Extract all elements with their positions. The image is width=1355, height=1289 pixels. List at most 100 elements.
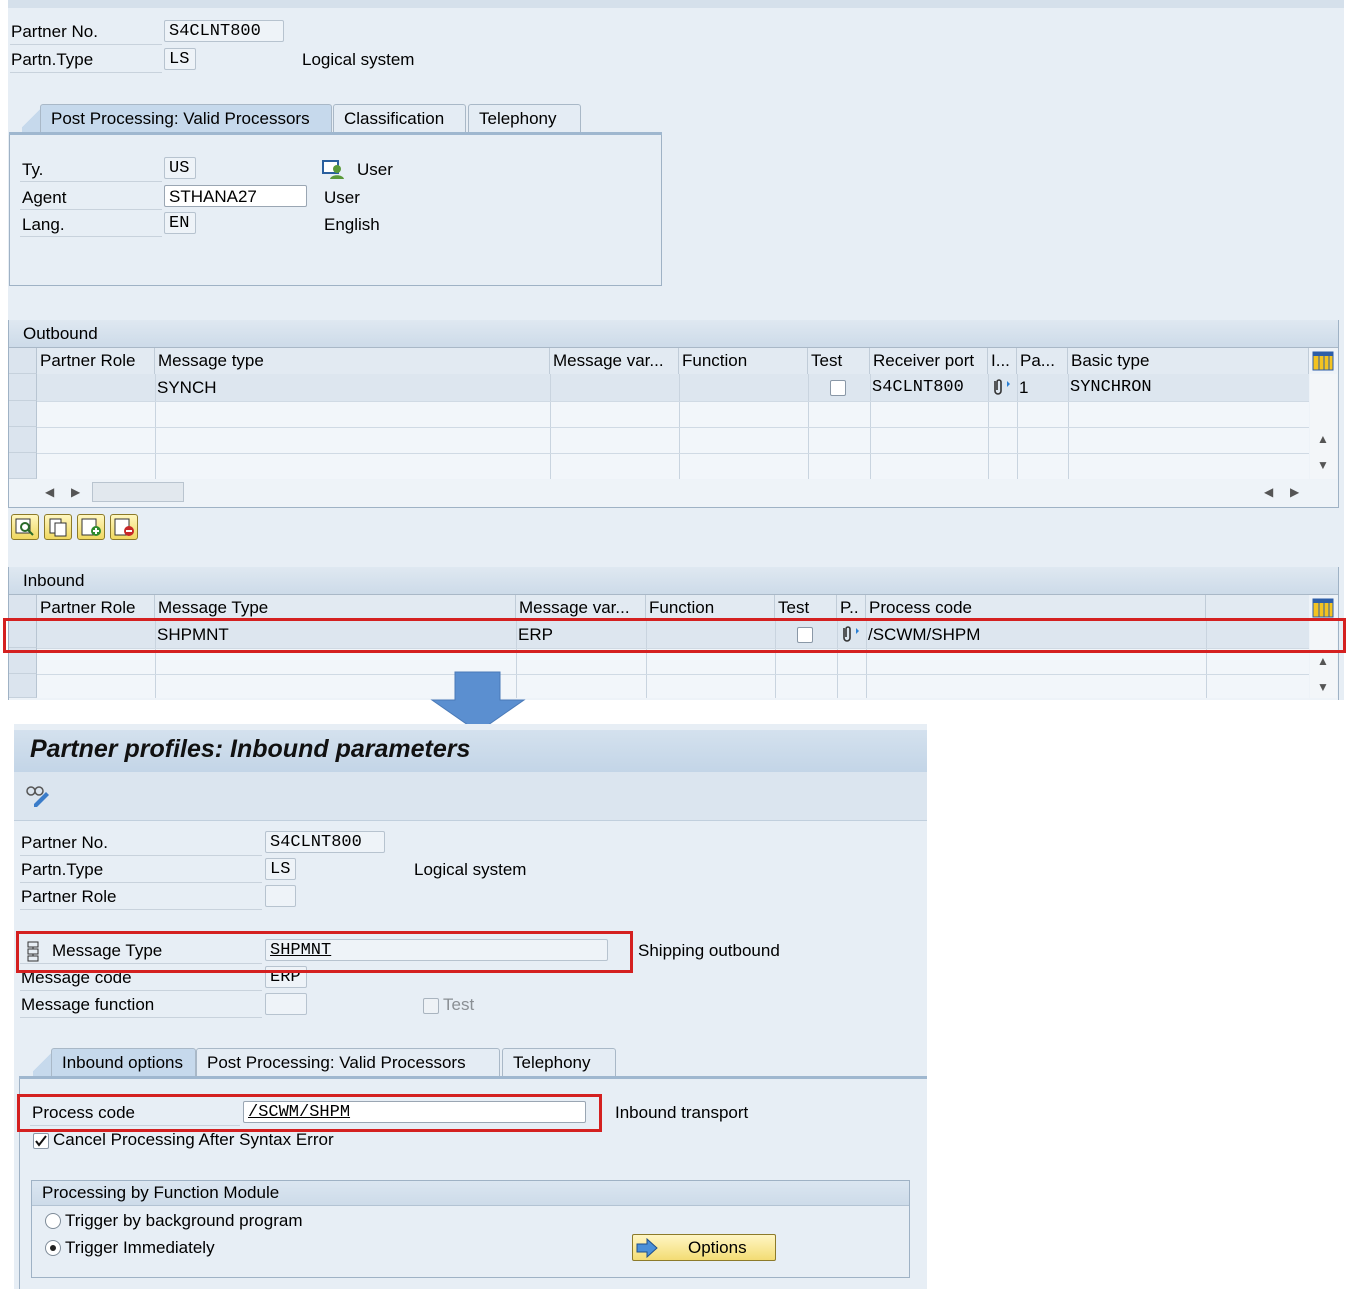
tab-bar-line xyxy=(9,132,662,135)
partner-role-field[interactable] xyxy=(265,885,296,907)
radio-dot xyxy=(50,1245,56,1251)
divider xyxy=(10,72,162,73)
trigger-background-radio[interactable] xyxy=(45,1213,61,1229)
outbound-pa[interactable]: 1 xyxy=(1019,375,1028,401)
table-settings-icon[interactable] xyxy=(1312,351,1334,371)
tab-post-processing[interactable]: Post Processing: Valid Processors xyxy=(196,1048,500,1076)
col-message-type[interactable]: Message type xyxy=(155,348,550,374)
tab-telephony[interactable]: Telephony xyxy=(468,104,581,132)
scroll-left-icon[interactable]: ◀ xyxy=(1264,485,1273,499)
lang-label: Lang. xyxy=(22,215,65,234)
ty-label: Ty. xyxy=(22,160,44,179)
test-checkbox[interactable] xyxy=(423,998,439,1014)
partn-type-label: Partn.Type xyxy=(21,860,104,879)
tab-inbound-options[interactable]: Inbound options xyxy=(51,1048,196,1076)
outbound-title: Outbound xyxy=(9,320,1338,348)
page-title: Partner profiles: Inbound parameters xyxy=(30,735,471,763)
outbound-basic-type[interactable]: SYNCHRON xyxy=(1070,375,1152,401)
top-edge xyxy=(8,0,1344,8)
outbound-message-type[interactable]: SYNCH xyxy=(157,375,217,401)
highlight-message-type xyxy=(16,931,633,973)
delete-row-button[interactable] xyxy=(110,514,138,540)
paperclip-icon[interactable] xyxy=(991,378,1013,396)
partn-type-field[interactable]: LS xyxy=(164,48,196,70)
row-selector[interactable] xyxy=(9,401,37,427)
col-basic-type[interactable]: Basic type xyxy=(1068,348,1309,374)
col-message-var[interactable]: Message var... xyxy=(550,348,679,374)
tab-classification[interactable]: Classification xyxy=(333,104,466,132)
grid-row xyxy=(37,674,1309,675)
divider xyxy=(20,909,262,910)
table-settings-icon[interactable] xyxy=(1312,598,1334,618)
col-function[interactable]: Function xyxy=(679,348,808,374)
partner-role-label: Partner Role xyxy=(21,887,117,906)
agent-desc: User xyxy=(324,188,360,207)
options-button-label: Options xyxy=(688,1238,747,1257)
partner-no-field[interactable]: S4CLNT800 xyxy=(265,831,385,853)
partner-no-field[interactable]: S4CLNT800 xyxy=(164,20,284,42)
scroll-down-icon[interactable]: ▼ xyxy=(1317,458,1329,472)
details-button[interactable] xyxy=(11,514,39,540)
scroll-up-icon[interactable]: ▲ xyxy=(1317,432,1329,446)
row-selector[interactable] xyxy=(9,427,37,453)
checkmark-icon xyxy=(35,1135,47,1147)
tab-corner xyxy=(22,104,40,132)
header-select-cell[interactable] xyxy=(9,348,37,374)
lang-desc: English xyxy=(324,215,380,234)
trigger-immediately-radio[interactable] xyxy=(45,1240,61,1256)
toolbar xyxy=(14,772,927,821)
test-label: Test xyxy=(443,995,475,1014)
cancel-processing-checkbox[interactable] xyxy=(33,1133,49,1149)
outbound-test-checkbox[interactable] xyxy=(830,380,846,396)
row-selector[interactable] xyxy=(9,374,37,401)
row-selector[interactable] xyxy=(9,453,37,479)
arrow-right-icon xyxy=(635,1237,659,1259)
scroll-up-icon[interactable]: ▲ xyxy=(1317,654,1329,668)
divider xyxy=(20,209,162,210)
divider xyxy=(10,44,162,45)
col-partner-role[interactable]: Partner Role xyxy=(37,348,155,374)
horizontal-scrollbar[interactable] xyxy=(9,479,1338,506)
tab-telephony[interactable]: Telephony xyxy=(502,1048,616,1076)
options-button[interactable]: Options xyxy=(632,1234,776,1261)
trigger-immediately-label: Trigger Immediately xyxy=(65,1238,215,1257)
grid-row xyxy=(37,453,1309,454)
divider xyxy=(20,882,262,883)
process-code-desc: Inbound transport xyxy=(615,1103,749,1122)
message-function-field[interactable] xyxy=(265,993,307,1015)
display-change-icon[interactable] xyxy=(24,782,52,810)
ty-field[interactable]: US xyxy=(164,157,196,179)
highlight-process-code xyxy=(17,1094,602,1132)
grid-row xyxy=(37,401,1309,402)
divider xyxy=(20,236,162,237)
col-pa[interactable]: Pa... xyxy=(1017,348,1068,374)
divider xyxy=(20,855,262,856)
scroll-thumb[interactable] xyxy=(92,482,184,502)
partner-no-label: Partner No. xyxy=(21,833,108,852)
outbound-receiver-port[interactable]: S4CLNT800 xyxy=(872,375,964,401)
agent-field[interactable]: STHANA27 xyxy=(164,185,307,207)
trigger-background-label: Trigger by background program xyxy=(65,1211,303,1230)
user-icon xyxy=(322,158,346,180)
scroll-left-icon[interactable]: ◀ xyxy=(45,485,54,499)
row-selector[interactable] xyxy=(9,674,37,698)
highlight-inbound-row xyxy=(3,618,1346,653)
scroll-right-icon[interactable]: ▶ xyxy=(1290,485,1299,499)
create-row-button[interactable] xyxy=(77,514,105,540)
lang-field[interactable]: EN xyxy=(164,212,196,234)
partn-type-field[interactable]: LS xyxy=(265,858,296,880)
grid-row xyxy=(37,427,1309,428)
scroll-down-icon[interactable]: ▼ xyxy=(1317,680,1329,694)
partn-type-desc: Logical system xyxy=(414,860,527,879)
col-i[interactable]: I... xyxy=(988,348,1017,374)
copy-button[interactable] xyxy=(44,514,72,540)
partn-type-desc: Logical system xyxy=(302,50,415,69)
message-type-desc: Shipping outbound xyxy=(638,941,780,960)
fm-group-title: Processing by Function Module xyxy=(42,1183,280,1202)
tab-post-processing[interactable]: Post Processing: Valid Processors xyxy=(40,104,332,132)
scroll-right-icon[interactable]: ▶ xyxy=(71,485,80,499)
col-test[interactable]: Test xyxy=(808,348,870,374)
col-receiver-port[interactable]: Receiver port xyxy=(870,348,988,374)
partn-type-label: Partn.Type xyxy=(11,50,94,69)
divider xyxy=(20,990,262,991)
